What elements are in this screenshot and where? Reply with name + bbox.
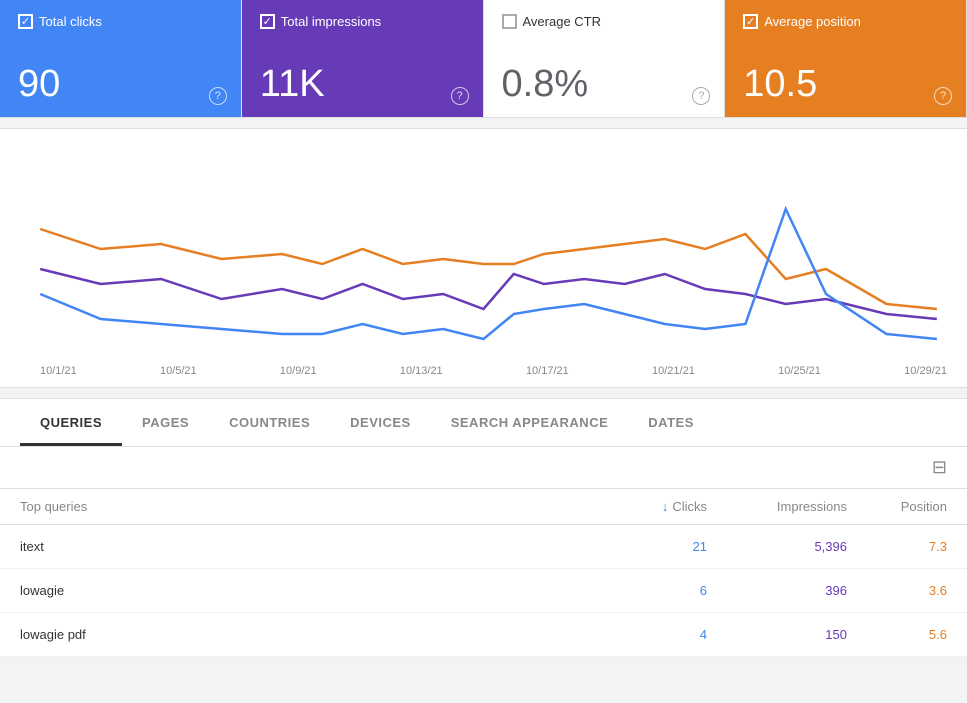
metric-label-total-clicks: Total clicks xyxy=(39,14,102,29)
metric-header-average-position: Average position xyxy=(743,14,948,29)
x-axis-labels: 10/1/21 10/5/21 10/9/21 10/13/21 10/17/2… xyxy=(10,359,957,377)
x-label-7: 10/29/21 xyxy=(904,365,947,377)
tab-dates[interactable]: DATES xyxy=(628,399,714,446)
performance-chart xyxy=(10,149,957,359)
table-row[interactable]: lowagie 6 396 3.6 xyxy=(0,569,967,613)
cell-position: 5.6 xyxy=(847,627,947,642)
checkbox-average-ctr[interactable] xyxy=(502,14,517,29)
metric-card-total-impressions[interactable]: Total impressions 11K? xyxy=(242,0,484,117)
tabs-bar: QUERIESPAGESCOUNTRIESDEVICESSEARCH APPEA… xyxy=(0,399,967,447)
cell-impressions: 396 xyxy=(707,583,847,598)
x-label-2: 10/9/21 xyxy=(280,365,317,377)
x-label-6: 10/25/21 xyxy=(778,365,821,377)
header-query: Top queries xyxy=(20,499,587,514)
cell-query: itext xyxy=(20,539,587,554)
header-clicks[interactable]: ↓ Clicks xyxy=(587,499,707,514)
cell-query: lowagie pdf xyxy=(20,627,587,642)
metric-value-average-position: 10.5 xyxy=(743,65,948,103)
cell-clicks: 4 xyxy=(587,627,707,642)
header-position[interactable]: Position xyxy=(847,499,947,514)
x-label-0: 10/1/21 xyxy=(40,365,77,377)
metric-card-average-ctr[interactable]: Average CTR 0.8%? xyxy=(484,0,726,117)
cell-clicks: 6 xyxy=(587,583,707,598)
metric-card-total-clicks[interactable]: Total clicks 90? xyxy=(0,0,242,117)
metric-header-total-impressions: Total impressions xyxy=(260,14,465,29)
metric-label-average-ctr: Average CTR xyxy=(523,14,602,29)
cell-impressions: 5,396 xyxy=(707,539,847,554)
tab-pages[interactable]: PAGES xyxy=(122,399,209,446)
sort-arrow: ↓ xyxy=(662,499,669,514)
cell-query: lowagie xyxy=(20,583,587,598)
x-label-1: 10/5/21 xyxy=(160,365,197,377)
metric-label-total-impressions: Total impressions xyxy=(281,14,381,29)
metric-value-total-clicks: 90 xyxy=(18,65,223,103)
checkbox-average-position[interactable] xyxy=(743,14,758,29)
checkbox-total-impressions[interactable] xyxy=(260,14,275,29)
bottom-section: QUERIESPAGESCOUNTRIESDEVICESSEARCH APPEA… xyxy=(0,398,967,657)
tab-devices[interactable]: DEVICES xyxy=(330,399,431,446)
table-row[interactable]: lowagie pdf 4 150 5.6 xyxy=(0,613,967,657)
table-row[interactable]: itext 21 5,396 7.3 xyxy=(0,525,967,569)
question-icon-total-clicks[interactable]: ? xyxy=(209,87,227,105)
chart-section: 10/1/21 10/5/21 10/9/21 10/13/21 10/17/2… xyxy=(0,128,967,388)
metric-header-average-ctr: Average CTR xyxy=(502,14,707,29)
tab-queries[interactable]: QUERIES xyxy=(20,399,122,446)
tab-search-appearance[interactable]: SEARCH APPEARANCE xyxy=(431,399,629,446)
tab-countries[interactable]: COUNTRIES xyxy=(209,399,330,446)
cell-impressions: 150 xyxy=(707,627,847,642)
metric-card-average-position[interactable]: Average position 10.5? xyxy=(725,0,967,117)
x-label-5: 10/21/21 xyxy=(652,365,695,377)
cell-clicks: 21 xyxy=(587,539,707,554)
metric-value-total-impressions: 11K xyxy=(260,65,465,103)
question-icon-average-position[interactable]: ? xyxy=(934,87,952,105)
checkbox-total-clicks[interactable] xyxy=(18,14,33,29)
metric-header-total-clicks: Total clicks xyxy=(18,14,223,29)
metric-value-average-ctr: 0.8% xyxy=(502,65,707,103)
metrics-bar: Total clicks90?Total impressions11K?Aver… xyxy=(0,0,967,118)
table-body: itext 21 5,396 7.3 lowagie 6 396 3.6 low… xyxy=(0,525,967,657)
question-icon-total-impressions[interactable]: ? xyxy=(451,87,469,105)
cell-position: 3.6 xyxy=(847,583,947,598)
header-impressions[interactable]: Impressions xyxy=(707,499,847,514)
x-label-4: 10/17/21 xyxy=(526,365,569,377)
table-toolbar: ⊟ xyxy=(0,447,967,489)
chart-container xyxy=(10,149,957,359)
x-label-3: 10/13/21 xyxy=(400,365,443,377)
filter-icon[interactable]: ⊟ xyxy=(932,457,947,478)
cell-position: 7.3 xyxy=(847,539,947,554)
table-header: Top queries ↓ Clicks Impressions Positio… xyxy=(0,489,967,525)
metric-label-average-position: Average position xyxy=(764,14,861,29)
question-icon-average-ctr[interactable]: ? xyxy=(692,87,710,105)
